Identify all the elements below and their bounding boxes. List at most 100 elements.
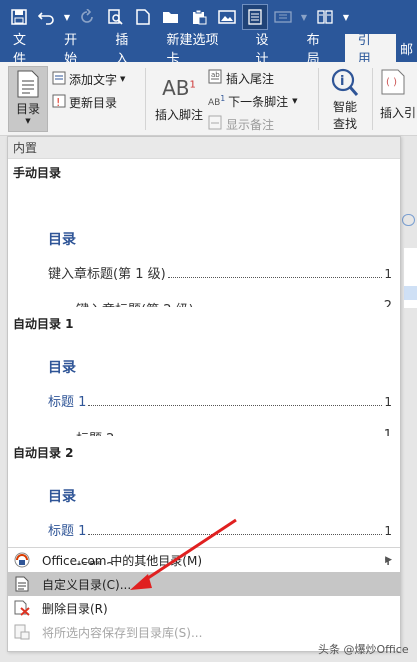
update-toc-label: 更新目录 [69, 95, 118, 110]
endnote-icon: ab [208, 69, 223, 87]
ruler-highlight [404, 286, 417, 300]
insert-endnote-label: 插入尾注 [226, 71, 275, 86]
toc-button-label: 目录 [15, 102, 40, 116]
office-online-icon [13, 551, 31, 569]
gallery-item-manual-toc[interactable]: 手动目录 目录 键入章标题(第 1 级) 1 键入章标题(第 2 级) 2 [8, 159, 400, 307]
save-icon[interactable] [6, 4, 32, 30]
menu-item-delete-toc[interactable]: 删除目录(R) [8, 596, 400, 620]
tab-insert[interactable]: 插入 [102, 33, 153, 67]
undo-dropdown-icon[interactable]: ▼ [62, 4, 72, 30]
save-to-gallery-icon [13, 623, 31, 641]
picture-icon[interactable] [214, 4, 240, 30]
ribbon-divider [318, 68, 319, 130]
menu-item-more-toc[interactable]: Office.com 中的其他目录(M) ▶ [8, 548, 400, 572]
update-toc-button[interactable]: ! 更新目录 [52, 91, 117, 113]
print-preview-icon[interactable] [102, 4, 128, 30]
gallery-item-label: 手动目录 [13, 166, 62, 180]
toc-entry-page: 1 [384, 267, 392, 281]
citation-icon: ( ) [381, 69, 405, 95]
customize-toolbar-icon[interactable]: ▼ [340, 4, 352, 30]
columns-icon[interactable] [312, 4, 338, 30]
open-folder-icon[interactable] [158, 4, 184, 30]
tab-file[interactable]: 文件 [0, 33, 51, 67]
toc-entry-text: 标题 2 [76, 428, 114, 436]
toc-dropdown: 内置 手动目录 目录 键入章标题(第 1 级) 1 键入章标题(第 2 级) 2… [7, 136, 401, 652]
toc-button[interactable]: 目录 ▼ [8, 66, 48, 132]
next-footnote-label: 下一条脚注 [228, 94, 289, 109]
toc-preview-line: 标题 1 1 [48, 520, 392, 539]
tab-references[interactable]: 引用 [344, 33, 396, 67]
lightbulb-search-icon: i [331, 68, 359, 96]
footnote-icon: AB1 [162, 76, 196, 100]
insert-citation-label: 插入引 [380, 106, 417, 120]
next-footnote-icon: AB1 [208, 94, 226, 108]
undo-icon[interactable] [34, 4, 60, 30]
gallery-item-auto-toc-1[interactable]: 自动目录 1 目录 标题 1 1 标题 2 1 [8, 309, 400, 437]
update-toc-icon: ! [52, 94, 66, 111]
insert-footnote-button[interactable]: AB1 插入脚注 [152, 68, 206, 123]
toc-entry-text: 标题 1 [48, 395, 87, 410]
tab-mailings[interactable]: 邮 [396, 34, 417, 62]
gallery-item-label: 自动目录 1 [13, 317, 74, 331]
tab-new[interactable]: 新建选项卡 [154, 33, 243, 67]
new-document-icon[interactable] [130, 4, 156, 30]
svg-text:i: i [340, 74, 344, 89]
show-notes-label: 显示备注 [226, 117, 275, 132]
toc-preview-title: 目录 [48, 360, 76, 376]
toc-preview-line: 标题 1 1 [48, 391, 392, 410]
toc-entry-page: 1 [384, 524, 392, 538]
menu-item-label: Office.com 中的其他目录(M) [42, 553, 203, 568]
toc-gallery: 手动目录 目录 键入章标题(第 1 级) 1 键入章标题(第 2 级) 2 自动… [8, 159, 400, 567]
svg-text:( ): ( ) [386, 77, 397, 88]
custom-toc-icon [13, 575, 31, 593]
toc-menu: Office.com 中的其他目录(M) ▶ 自定义目录(C)... 删除目录(… [8, 547, 400, 644]
chevron-down-icon: ▼ [120, 75, 126, 83]
tab-home[interactable]: 开始 [51, 33, 102, 67]
builtin-header: 内置 [8, 137, 400, 159]
more-commands-icon[interactable]: ▼ [298, 4, 310, 30]
toc-preview-line: 键入章标题(第 1 级) 1 [48, 263, 392, 282]
menu-item-label: 将所选内容保存到目录库(S)... [42, 625, 203, 640]
chevron-right-icon: ▶ [385, 555, 392, 565]
delete-toc-icon [13, 599, 31, 617]
leader-dots [88, 534, 383, 535]
document-view-icon[interactable] [242, 4, 268, 30]
toc-preview-title: 目录 [48, 489, 76, 505]
toc-entry-page: 1 [383, 428, 392, 436]
smart-lookup-button[interactable]: i 智能 查找 [326, 68, 364, 132]
insert-endnote-button[interactable]: ab 插入尾注 [208, 67, 274, 89]
show-notes-icon [208, 115, 223, 133]
show-notes-button[interactable]: 显示备注 [208, 113, 274, 135]
next-footnote-button[interactable]: AB1 下一条脚注 ▼ [208, 90, 298, 112]
menu-item-custom-toc[interactable]: 自定义目录(C)... [8, 572, 400, 596]
svg-text:ab: ab [211, 71, 220, 79]
watermark: 头条 @爆炒Office [318, 643, 409, 656]
redo-icon[interactable] [74, 4, 100, 30]
ribbon: 目录 ▼ 添加文字 ▼ ! 更新目录 AB1 插入脚注 ab 插入尾注 AB1 … [0, 62, 417, 136]
toc-entry-text: 键入章标题(第 2 级) [76, 299, 194, 307]
tab-layout[interactable]: 布局 [294, 33, 345, 67]
smart-lookup-label-2: 查找 [332, 117, 357, 131]
smart-lookup-label-1: 智能 [332, 100, 357, 114]
ruler-marker [402, 214, 415, 226]
ribbon-tabs: 文件 开始 插入 新建选项卡 设计 布局 引用 邮 [0, 33, 417, 67]
toc-entry-text: 键入章标题(第 1 级) [48, 267, 166, 282]
menu-item-label: 自定义目录(C)... [42, 577, 132, 592]
add-text-label: 添加文字 [69, 72, 118, 87]
ribbon-divider [145, 68, 146, 130]
toc-entry-page: 2 [383, 299, 392, 307]
toc-preview-line-cut: 键入章标题(第 2 级) 2 [76, 299, 392, 307]
add-text-button[interactable]: 添加文字 ▼ [52, 68, 125, 90]
insert-citation-button[interactable]: ( ) 插入引 [380, 68, 417, 121]
leader-dots [167, 277, 383, 278]
add-text-icon [52, 71, 66, 88]
document-area [400, 136, 417, 662]
toc-preview-line-cut: 标题 2 1 [76, 428, 392, 436]
gallery-item-label: 自动目录 2 [13, 446, 74, 460]
ribbon-divider [372, 68, 373, 130]
paste-icon[interactable] [186, 4, 212, 30]
toc-preview-title: 目录 [48, 232, 76, 248]
layout-icon[interactable] [270, 4, 296, 30]
tab-design[interactable]: 设计 [242, 33, 293, 67]
toc-entry-text: 标题 1 [48, 524, 87, 539]
